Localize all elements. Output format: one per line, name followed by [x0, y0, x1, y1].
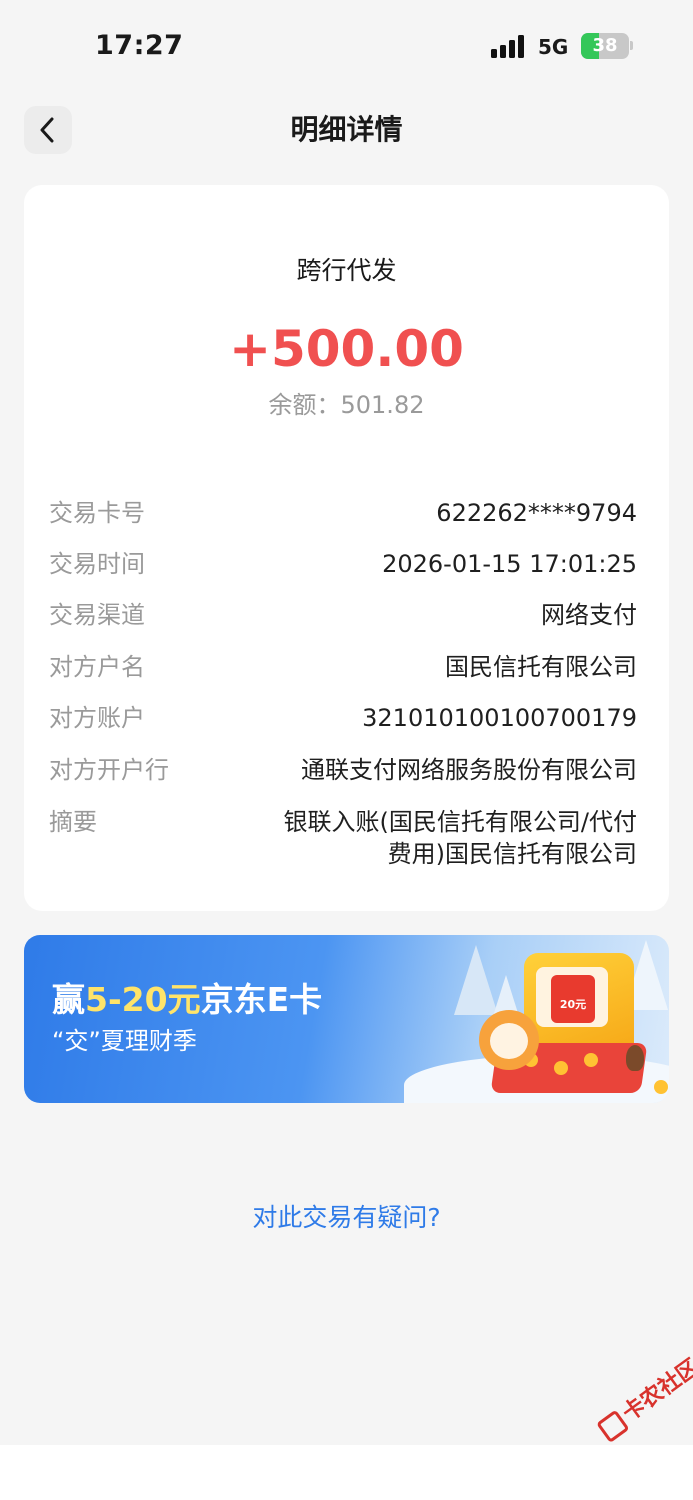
coin-icon	[584, 1053, 598, 1067]
balance: 余额：501.82	[0, 389, 693, 421]
network-type: 5G	[538, 35, 569, 59]
detail-label: 对方开户行	[49, 756, 169, 784]
detail-value: 银联入账(国民信托有限公司/代付费用)国民信托有限公司	[283, 808, 637, 868]
promo-banner[interactable]: 20元 赢5-20元京东E卡 “交”夏理财季	[24, 935, 669, 1103]
coin-icon	[654, 1080, 668, 1094]
bottom-area	[0, 1445, 693, 1500]
detail-value: 321010100100700179	[362, 704, 637, 732]
detail-value: 网络支付	[541, 601, 637, 629]
watermark-text: 卡农社区	[618, 1354, 693, 1427]
battery-tip	[630, 41, 633, 50]
battery-percent: 38	[592, 35, 618, 56]
detail-label: 交易渠道	[49, 601, 145, 629]
mascot-face	[490, 1023, 528, 1059]
page-title: 明细详情	[290, 113, 403, 146]
detail-value: 国民信托有限公司	[445, 653, 637, 681]
banner-subtitle: “交”夏理财季	[52, 1027, 197, 1055]
banner-title-highlight: 5-20元	[85, 980, 201, 1019]
detail-label: 摘要	[49, 808, 97, 836]
balance-label: 余额：	[268, 391, 341, 419]
transaction-question-link[interactable]: 对此交易有疑问?	[0, 1200, 693, 1236]
watermark: 卡农社区	[592, 1350, 693, 1444]
battery-icon: 38	[581, 33, 629, 59]
detail-label: 对方户名	[49, 653, 145, 681]
transaction-amount: +500.00	[229, 320, 464, 378]
banner-title: 赢5-20元京东E卡	[52, 979, 322, 1021]
pinecone-icon	[626, 1045, 644, 1071]
red-envelope-icon: 20元	[551, 975, 595, 1023]
banner-title-prefix: 赢	[52, 980, 85, 1019]
detail-value: 通联支付网络服务股份有限公司	[301, 756, 637, 784]
signal-icon	[491, 34, 527, 58]
status-bar: 17:27 5G 38	[0, 0, 693, 95]
balance-value: 501.82	[340, 391, 425, 419]
banner-title-suffix: 京东E卡	[200, 980, 323, 1019]
detail-label: 交易卡号	[49, 499, 145, 527]
detail-label: 交易时间	[49, 550, 145, 578]
coin-icon	[554, 1061, 568, 1075]
detail-label: 对方账户	[49, 704, 145, 732]
transaction-type: 跨行代发	[296, 256, 397, 285]
detail-value: 2026-01-15 17:01:25	[382, 550, 637, 578]
detail-value: 622262****9794	[436, 499, 637, 527]
status-time: 17:27	[95, 30, 184, 61]
